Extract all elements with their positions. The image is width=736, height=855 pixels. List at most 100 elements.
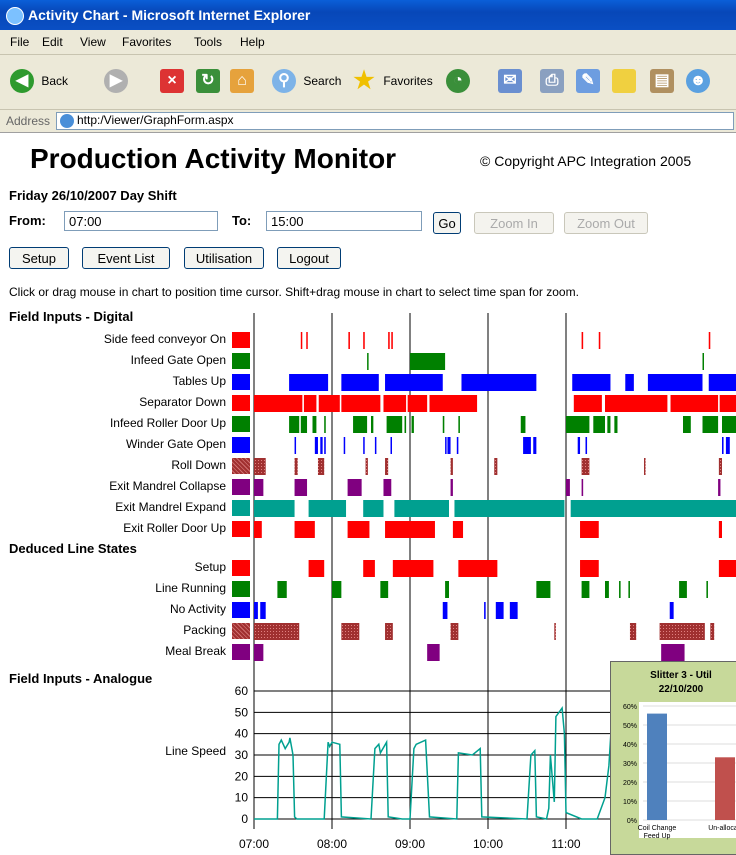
deduced-event-bar (495, 602, 504, 619)
menu-tools[interactable]: Tools (194, 35, 222, 49)
deduced-event-bar (679, 581, 687, 598)
digital-event-bar (718, 521, 722, 538)
inset-chart: 60% 50% 40% 30% 20% 10% 0%Coil ChangeFeed Up Un… (623, 702, 736, 840)
deduced-event-bar (445, 581, 449, 598)
inset-y-tick: 60% (623, 704, 637, 711)
digital-event-bar (404, 416, 407, 433)
ie-icon (6, 7, 24, 25)
refresh-icon: ↻ (196, 69, 220, 93)
back-arrow-icon: ◀ (10, 69, 34, 93)
digital-event-bar (607, 416, 611, 433)
messenger-button[interactable]: ☻ (686, 69, 710, 97)
page-content: Production Activity Monitor © Copyright … (0, 133, 736, 855)
digital-event-bar (320, 437, 323, 454)
digital-event-bar (363, 500, 384, 517)
home-icon: ⌂ (230, 69, 254, 93)
digital-event-bar (363, 437, 365, 454)
digital-event-bar (341, 374, 379, 391)
back-button[interactable]: ◀ Back (10, 69, 68, 97)
digital-event-bar (718, 479, 721, 496)
y-tick-label: 0 (241, 812, 248, 826)
forward-button[interactable]: ▶ (104, 69, 128, 97)
digital-event-bar (598, 332, 601, 349)
digital-event-bar (581, 479, 584, 496)
digital-event-bar (670, 395, 719, 412)
digital-event-bar (306, 332, 308, 349)
menu-help[interactable]: Help (240, 35, 265, 49)
deduced-event-bar (254, 602, 258, 619)
address-url: http:/Viewer/GraphForm.aspx (77, 113, 234, 127)
deduced-event-bar (580, 560, 599, 577)
deduced-event-bar (380, 581, 389, 598)
digital-event-bar (324, 416, 326, 433)
mail-icon: ✉ (498, 69, 522, 93)
digital-event-bar (614, 416, 618, 433)
menu-edit[interactable]: Edit (42, 35, 63, 49)
deduced-event-bar (581, 581, 590, 598)
stop-button[interactable]: × (160, 69, 184, 97)
deduced-event-bar (341, 623, 360, 640)
edit-button[interactable]: ✎ (576, 69, 600, 97)
digital-event-bar (394, 500, 449, 517)
window-titlebar: Activity Chart - Microsoft Internet Expl… (0, 0, 736, 30)
print-icon: ⎙ (540, 69, 564, 93)
menu-view[interactable]: View (80, 35, 106, 49)
print-button[interactable]: ⎙ (540, 69, 564, 97)
inset-y-tick: 30% (623, 761, 637, 768)
address-input[interactable]: http:/Viewer/GraphForm.aspx (56, 112, 734, 130)
deduced-event-bar (442, 602, 448, 619)
inset-bar (715, 757, 735, 820)
x-tick-label: 10:00 (473, 837, 503, 851)
digital-event-bar (456, 437, 459, 454)
digital-event-bar (445, 437, 447, 454)
edit-icon: ✎ (576, 69, 600, 93)
menu-file[interactable]: File (10, 35, 29, 49)
digital-event-bar (702, 416, 719, 433)
y-tick-label: 40 (235, 727, 249, 741)
deduced-event-bar (536, 581, 551, 598)
menu-bar: File Edit View Favorites Tools Help (0, 30, 736, 55)
digital-event-bar (605, 395, 668, 412)
deduced-event-bar (718, 560, 736, 577)
digital-event-bar (254, 500, 295, 517)
inset-y-tick: 50% (623, 723, 637, 730)
x-tick-label: 07:00 (239, 837, 269, 851)
deduced-event-bar (308, 560, 325, 577)
messenger-icon: ☻ (686, 69, 710, 93)
digital-event-bar (718, 458, 722, 475)
deduced-event-bar (427, 644, 440, 661)
digital-event-bar (289, 374, 329, 391)
refresh-button[interactable]: ↻ (196, 69, 220, 97)
digital-event-bar (383, 395, 407, 412)
mail-button[interactable]: ✉ (498, 69, 522, 97)
home-button[interactable]: ⌂ (230, 69, 254, 97)
digital-event-bar (573, 395, 602, 412)
digital-event-bar (523, 437, 531, 454)
history-button[interactable]: ◔ (446, 69, 470, 97)
menu-favorites[interactable]: Favorites (122, 35, 171, 49)
research-button[interactable]: ▤ (650, 69, 674, 97)
digital-event-bar (520, 416, 526, 433)
digital-event-bar (581, 332, 584, 349)
digital-event-bar (447, 437, 451, 454)
digital-event-bar (719, 395, 736, 412)
digital-event-bar (371, 416, 374, 433)
deduced-event-bar (706, 581, 708, 598)
favorites-button[interactable]: ★ Favorites (352, 69, 432, 97)
deduced-event-bar (710, 623, 715, 640)
deduced-event-bar (605, 581, 609, 598)
forward-arrow-icon: ▶ (104, 69, 128, 93)
deduced-event-bar (450, 623, 459, 640)
inset-x-label: Coil Change (638, 825, 677, 832)
discuss-button[interactable] (612, 69, 636, 97)
deduced-event-bar (619, 581, 621, 598)
deduced-event-bar (277, 581, 287, 598)
deduced-event-bar (254, 623, 300, 640)
deduced-event-bar (385, 623, 393, 640)
digital-event-bar (458, 416, 460, 433)
digital-event-bar (254, 479, 264, 496)
search-button[interactable]: ⚲ Search (272, 69, 341, 97)
digital-event-bar (577, 437, 581, 454)
deduced-event-bar (363, 560, 375, 577)
digital-event-bar (294, 437, 297, 454)
